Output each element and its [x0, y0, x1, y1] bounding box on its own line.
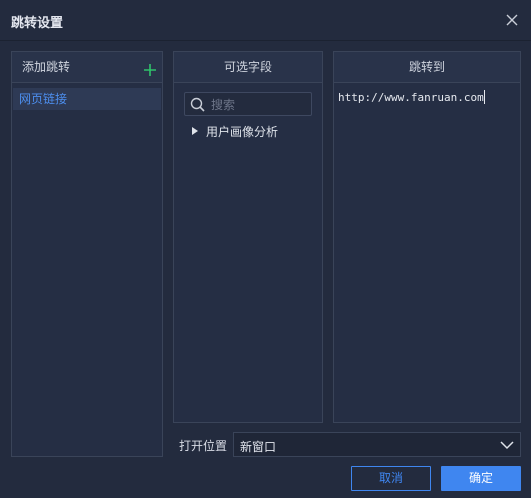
add-jump-icon[interactable] — [143, 58, 157, 76]
chevron-down-icon — [500, 441, 514, 450]
jump-to-panel: 跳转到 http://www.fanruan.com — [333, 51, 521, 423]
jump-list-header: 添加跳转 — [12, 52, 162, 83]
cancel-button[interactable]: 取消 — [351, 466, 431, 491]
optional-fields-header: 可选字段 — [174, 52, 322, 83]
dialog-titlebar: 跳转设置 — [0, 0, 531, 41]
open-position-label: 打开位置 — [179, 439, 228, 453]
confirm-button[interactable]: 确定 — [441, 466, 521, 491]
search-input[interactable] — [209, 95, 311, 115]
tree-item-label: 用户画像分析 — [206, 125, 279, 139]
dialog-title: 跳转设置 — [11, 16, 64, 31]
optional-fields-panel: 可选字段 用户画像分析 — [173, 51, 323, 423]
jump-to-header: 跳转到 — [334, 52, 520, 83]
text-caret — [483, 90, 485, 104]
close-icon[interactable] — [503, 11, 521, 29]
url-editor[interactable]: http://www.fanruan.com — [338, 90, 485, 104]
field-search-box[interactable] — [184, 92, 312, 116]
open-position-value: 新窗口 — [240, 440, 277, 454]
jump-list-panel: 添加跳转 网页链接 — [11, 51, 163, 457]
expand-triangle-icon[interactable] — [192, 127, 198, 135]
search-icon — [190, 97, 205, 112]
url-text: http://www.fanruan.com — [338, 91, 484, 104]
jump-item-web-link[interactable]: 网页链接 — [13, 88, 161, 110]
tree-item-user-profile[interactable]: 用户画像分析 — [192, 122, 278, 142]
open-position-select[interactable]: 新窗口 — [233, 432, 521, 457]
add-jump-label: 添加跳转 — [22, 60, 71, 74]
